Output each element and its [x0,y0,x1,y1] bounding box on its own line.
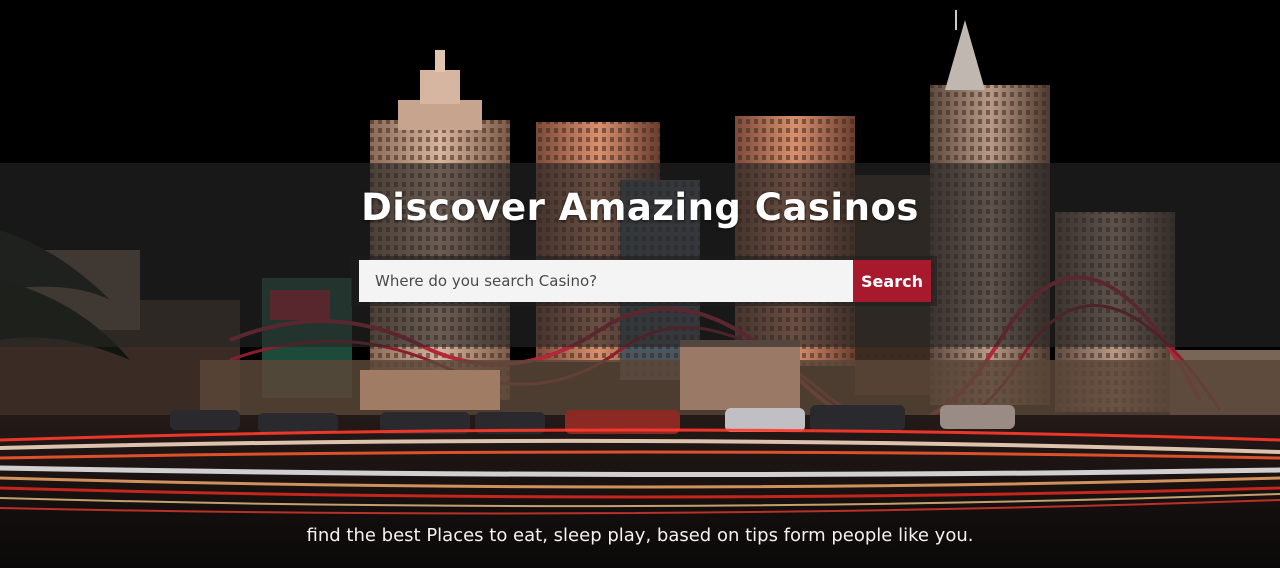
search-input[interactable] [359,260,853,302]
search-button[interactable]: Search [853,260,931,302]
hero-section: Discover Amazing Casinos Search find the… [0,0,1280,568]
page-title: Discover Amazing Casinos [361,186,919,229]
hero-tagline: find the best Places to eat, sleep play,… [306,525,974,546]
